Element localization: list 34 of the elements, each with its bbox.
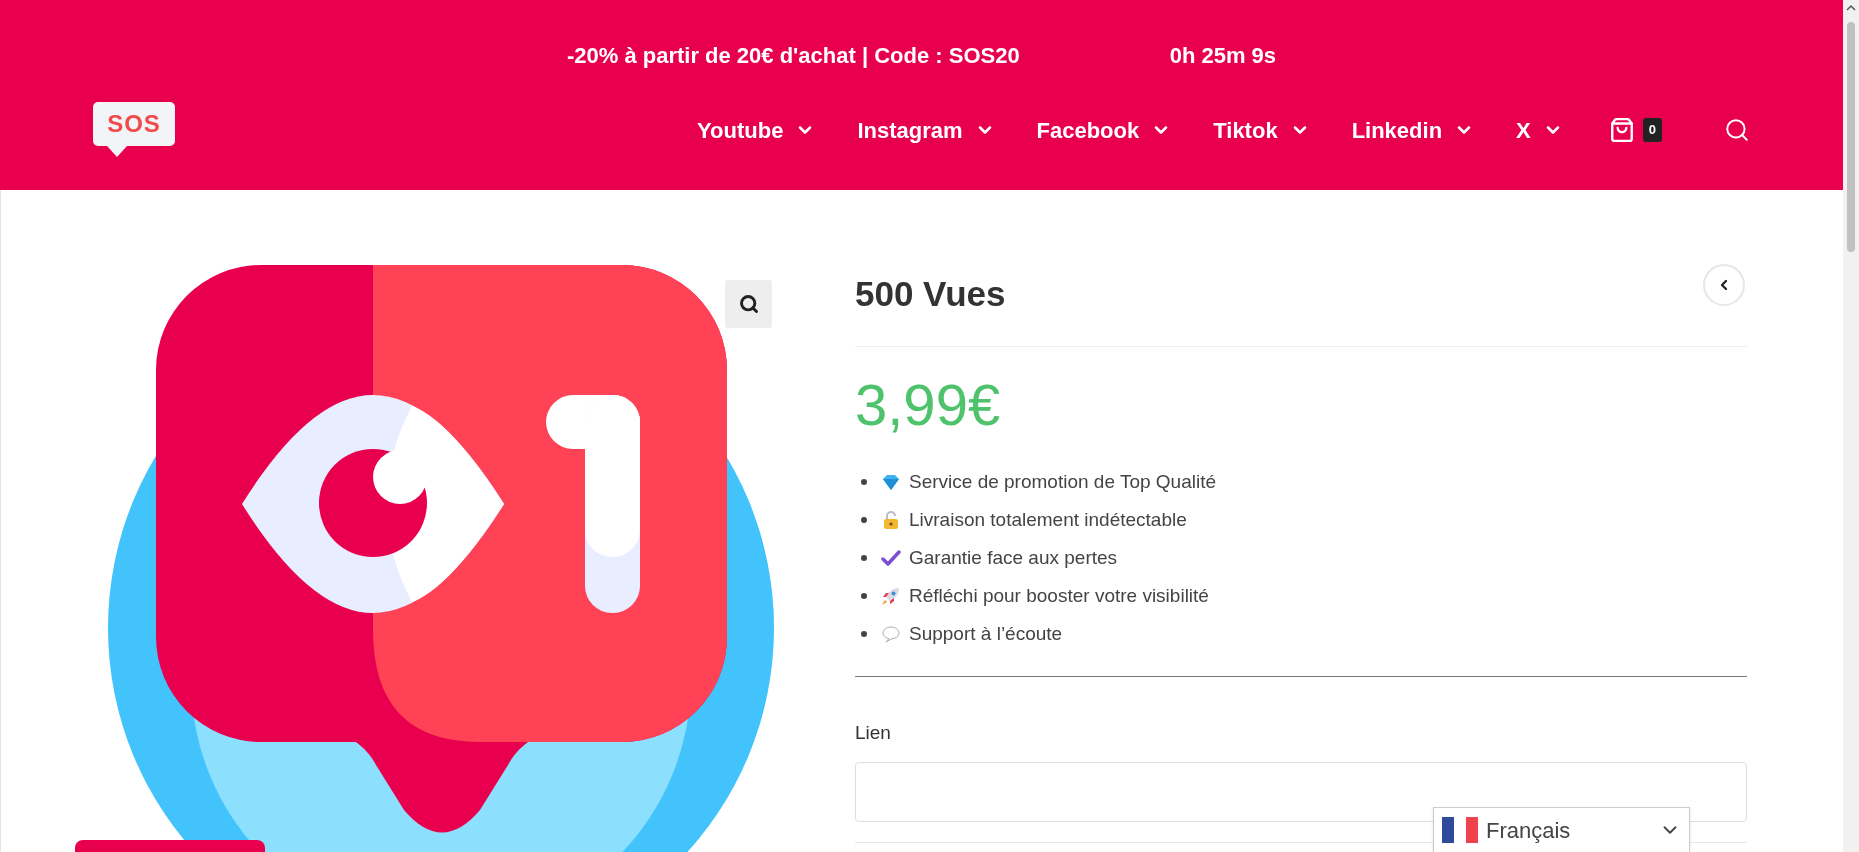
nav-menu-item[interactable]: Tiktok bbox=[1213, 113, 1310, 147]
flag-icon bbox=[1442, 817, 1478, 843]
lock-icon bbox=[881, 509, 901, 530]
bullet-icon bbox=[861, 592, 867, 599]
nav-menu-item[interactable]: X bbox=[1516, 113, 1563, 147]
feature-text: Service de promotion de Top Qualité bbox=[909, 470, 1216, 495]
feature-text: Support à l’écoute bbox=[909, 622, 1063, 647]
countdown-timer: 0h 25m 9s bbox=[1169, 41, 1277, 70]
product-price: 3,99€ bbox=[855, 370, 1001, 439]
scrollbar[interactable] bbox=[1843, 0, 1859, 852]
field-label: Lien bbox=[855, 721, 891, 746]
bullet-icon bbox=[861, 630, 867, 637]
cart-count-badge: 0 bbox=[1642, 118, 1662, 142]
scrollbar-thumb[interactable] bbox=[1847, 22, 1855, 252]
search-icon[interactable] bbox=[1724, 117, 1750, 143]
check-icon bbox=[881, 547, 901, 568]
rocket-icon bbox=[881, 585, 901, 606]
nav-menu-item[interactable]: Facebook bbox=[1036, 113, 1172, 147]
nav-menu-item[interactable]: Linkedin bbox=[1351, 113, 1475, 147]
feature-text: Livraison totalement indétectable bbox=[909, 508, 1187, 533]
nav-menu-item[interactable]: Youtube bbox=[697, 113, 816, 147]
speech-bubble-icon bbox=[881, 623, 901, 644]
feature-text: Garantie face aux pertes bbox=[909, 546, 1118, 571]
shopping-bag-icon[interactable] bbox=[1608, 117, 1635, 143]
product-title: 500 Vues bbox=[855, 273, 1006, 315]
promo-text: -20% à partir de 20€ d'achat | Code : SOS20 bbox=[566, 41, 1020, 70]
nav-menu-item[interactable]: Instagram bbox=[857, 113, 995, 147]
bullet-icon bbox=[861, 554, 867, 561]
bullet-icon bbox=[861, 478, 867, 485]
feature-text: Réfléchi pour booster votre visibilité bbox=[909, 584, 1209, 609]
zoom-button[interactable] bbox=[725, 280, 772, 328]
search-icon bbox=[738, 294, 759, 314]
language-dropdown[interactable]: Français bbox=[1433, 807, 1690, 852]
bullet-icon bbox=[861, 516, 867, 523]
